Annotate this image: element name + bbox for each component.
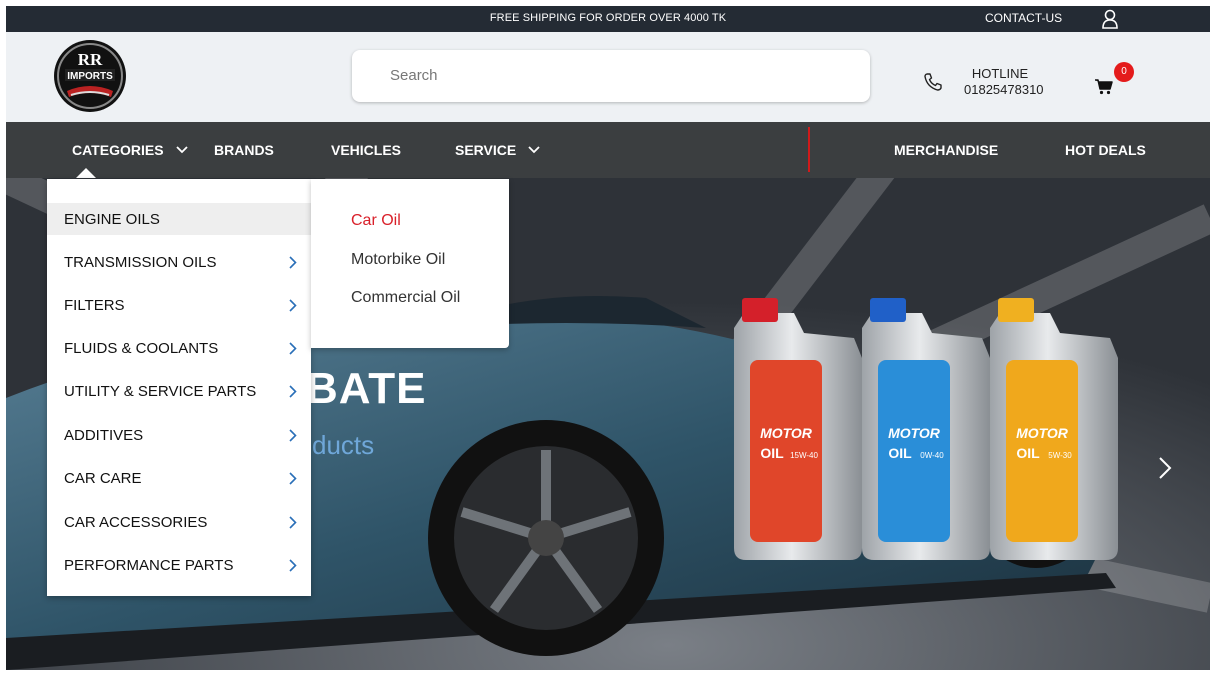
search-input[interactable]	[388, 66, 852, 85]
hero-headline: BATE	[306, 364, 427, 413]
main-nav: CATEGORIES BRANDS VEHICLES SERVICE MERCH…	[6, 122, 1210, 178]
nav-divider	[808, 127, 810, 172]
category-additives[interactable]: ADDITIVES	[47, 419, 311, 451]
category-car-care[interactable]: CAR CARE	[47, 462, 311, 494]
category-label: ADDITIVES	[64, 427, 144, 444]
submenu-car-oil[interactable]: Car Oil	[351, 212, 401, 230]
carousel-next-icon[interactable]	[1158, 456, 1172, 480]
category-utility-service-parts[interactable]: UTILITY & SERVICE PARTS	[47, 375, 311, 407]
chevron-right-icon	[289, 385, 297, 398]
nav-hot-deals[interactable]: HOT DEALS	[1065, 142, 1146, 158]
cart-count-badge[interactable]: 0	[1114, 62, 1134, 82]
svg-text:OIL: OIL	[888, 445, 912, 461]
svg-text:5W-30: 5W-30	[1048, 451, 1072, 460]
logo[interactable]: RR IMPORTS	[53, 39, 127, 113]
oil-jugs: MOTOR OIL 15W-40 MOTOR OIL 0W-40 MOTOR O…	[734, 298, 1118, 560]
phone-icon[interactable]	[923, 72, 943, 92]
hero-subline: ducts	[312, 430, 375, 460]
category-label: ENGINE OILS	[64, 211, 160, 228]
chevron-down-icon	[528, 146, 540, 154]
svg-text:0W-40: 0W-40	[920, 451, 944, 460]
nav-merchandise[interactable]: MERCHANDISE	[894, 142, 998, 158]
category-label: TRANSMISSION OILS	[64, 254, 217, 271]
chevron-right-icon	[289, 299, 297, 312]
category-transmission-oils[interactable]: TRANSMISSION OILS	[47, 246, 311, 278]
nav-vehicles[interactable]: VEHICLES	[331, 142, 401, 158]
page: FREE SHIPPING FOR ORDER OVER 4000 TK CON…	[6, 6, 1210, 670]
category-label: FILTERS	[64, 297, 125, 314]
svg-text:MOTOR: MOTOR	[1016, 425, 1069, 441]
dropdown-pointer	[76, 168, 96, 178]
chevron-right-icon	[289, 516, 297, 529]
submenu-commercial-oil[interactable]: Commercial Oil	[351, 289, 460, 307]
nav-service[interactable]: SERVICE	[455, 142, 540, 158]
category-car-accessories[interactable]: CAR ACCESSORIES	[47, 506, 311, 538]
svg-text:15W-40: 15W-40	[790, 451, 818, 460]
svg-text:OIL: OIL	[760, 445, 784, 461]
hotline-number[interactable]: 01825478310	[964, 82, 1044, 97]
logo-text-imports: IMPORTS	[67, 71, 113, 82]
svg-text:OIL: OIL	[1016, 445, 1040, 461]
category-fluids-coolants[interactable]: FLUIDS & COOLANTS	[47, 332, 311, 364]
top-bar: FREE SHIPPING FOR ORDER OVER 4000 TK CON…	[6, 6, 1210, 32]
chevron-right-icon	[289, 256, 297, 269]
site-header: RR IMPORTS HOTLINE 01825478310 0	[6, 32, 1210, 122]
category-label: UTILITY & SERVICE PARTS	[64, 383, 257, 400]
category-label: CAR ACCESSORIES	[64, 514, 208, 531]
svg-text:MOTOR: MOTOR	[760, 425, 813, 441]
nav-service-label: SERVICE	[455, 142, 517, 158]
search-box[interactable]	[352, 50, 870, 102]
contact-us-link[interactable]: CONTACT-US	[985, 11, 1062, 25]
category-label: CAR CARE	[64, 470, 142, 487]
category-engine-oils[interactable]: ENGINE OILS	[47, 203, 311, 235]
category-filters[interactable]: FILTERS	[47, 289, 311, 321]
categories-dropdown: ENGINE OILS TRANSMISSION OILS FILTERS FL…	[47, 179, 311, 596]
category-performance-parts[interactable]: PERFORMANCE PARTS	[47, 549, 311, 581]
svg-text:MOTOR: MOTOR	[888, 425, 941, 441]
hotline-label: HOTLINE	[971, 66, 1029, 81]
nav-categories-label: CATEGORIES	[72, 142, 164, 158]
user-icon[interactable]	[1102, 9, 1118, 29]
chevron-right-icon	[289, 342, 297, 355]
category-label: PERFORMANCE PARTS	[64, 557, 234, 574]
engine-oils-submenu: Car Oil Motorbike Oil Commercial Oil	[311, 179, 509, 348]
chevron-right-icon	[289, 559, 297, 572]
category-label: FLUIDS & COOLANTS	[64, 340, 219, 357]
logo-text-rr: RR	[78, 50, 103, 69]
chevron-right-icon	[289, 472, 297, 485]
submenu-motorbike-oil[interactable]: Motorbike Oil	[351, 251, 445, 269]
chevron-right-icon	[289, 429, 297, 442]
nav-brands[interactable]: BRANDS	[214, 142, 274, 158]
cart-icon[interactable]	[1095, 79, 1113, 95]
chevron-down-icon	[175, 146, 188, 154]
nav-categories[interactable]: CATEGORIES	[72, 142, 188, 158]
